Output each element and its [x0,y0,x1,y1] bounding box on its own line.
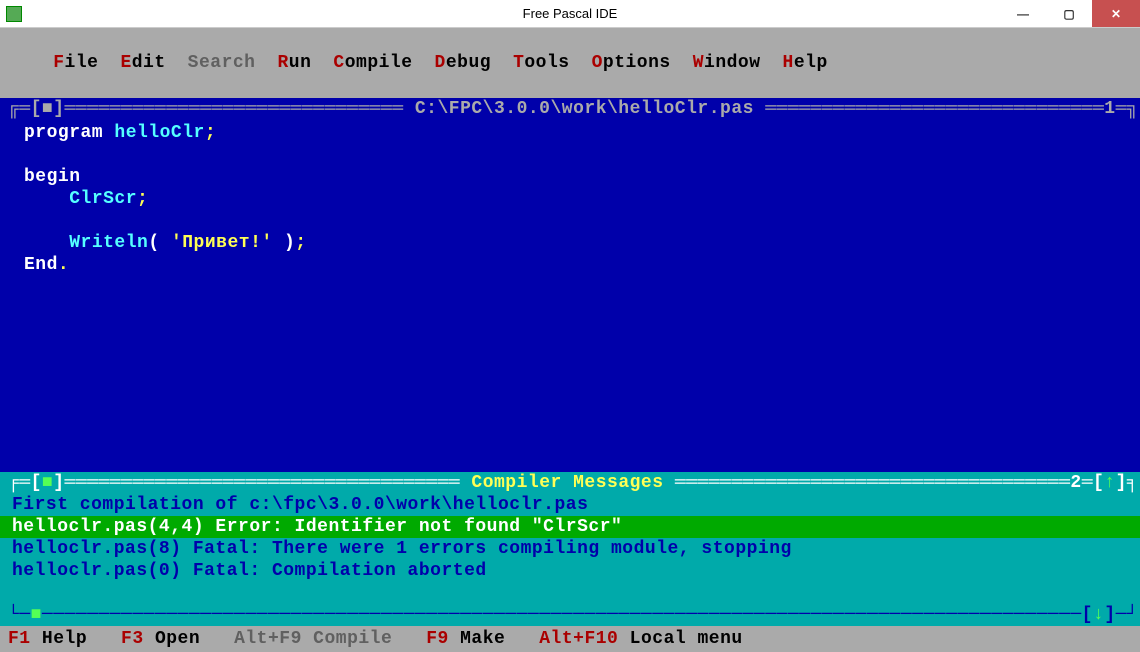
menu-label: un [289,53,312,73]
status-label: Help [31,629,88,649]
close-button[interactable]: ✕ [1092,0,1140,27]
code-line[interactable] [24,144,1122,166]
menu-debug[interactable]: Debug [435,53,492,73]
compiler-error-line[interactable]: helloclr.pas(4,4) Error: Identifier not … [0,516,1140,538]
compiler-blank-line [8,582,1132,604]
editor-window[interactable]: ╔═[■]══════════════════════════════ C:\F… [0,98,1140,472]
compiler-message-line[interactable]: helloclr.pas(8) Fatal: There were 1 erro… [8,538,1132,560]
status-label: Make [449,629,506,649]
status-label: Local menu [618,629,742,649]
menu-label: ebug [446,53,491,73]
compiler-frame-top: ╒═[■]═══════════════════════════════════… [8,472,1132,494]
menu-hotkey: R [277,53,288,73]
menu-edit[interactable]: Edit [120,53,165,73]
menu-hotkey: W [693,53,704,73]
app-icon [6,6,22,22]
menu-hotkey: F [53,53,64,73]
menu-label: ile [65,53,99,73]
editor-frame-top: ╔═[■]══════════════════════════════ C:\F… [0,98,1140,120]
status-hotkey: F3 [121,629,144,649]
code-line[interactable]: End. [24,254,1122,276]
compiler-message-line[interactable]: First compilation of c:\fpc\3.0.0\work\h… [8,494,1132,516]
status-item-local-menu[interactable]: Alt+F10 Local menu [539,629,742,649]
token-semi: ; [295,233,306,253]
compiler-scrollbar-bottom[interactable]: └─■─────────────────────────────────────… [8,604,1132,626]
menu-options[interactable]: Options [592,53,671,73]
token-plain [24,189,69,209]
minimize-button[interactable]: — [1000,0,1046,27]
token-semi: ; [137,189,148,209]
token-call: ClrScr [69,189,137,209]
menu-file[interactable]: File [53,53,98,73]
token-ident: helloClr [114,123,204,143]
status-hotkey: F1 [8,629,31,649]
menu-label: ompile [345,53,413,73]
menu-help[interactable]: Help [783,53,828,73]
menu-run[interactable]: Run [277,53,311,73]
menu-label: elp [794,53,828,73]
menu-label: earch [199,53,256,73]
status-item-make[interactable]: F9 Make [426,629,505,649]
status-hotkey: F9 [426,629,449,649]
status-item-open[interactable]: F3 Open [121,629,200,649]
menu-hotkey: D [435,53,446,73]
status-hotkey: Alt+F10 [539,629,618,649]
menu-bar: File Edit Search Run Compile Debug Tools Option… [0,28,1140,98]
token-kw: End [24,255,58,275]
menu-window[interactable]: Window [693,53,761,73]
status-item-help[interactable]: F1 Help [8,629,87,649]
token-plain [24,233,69,253]
menu-label: indow [704,53,761,73]
source-code[interactable]: program helloClr; begin ClrScr; Writeln(… [24,120,1122,276]
token-semi: ; [205,123,216,143]
menu-label: ools [524,53,569,73]
code-line[interactable]: ClrScr; [24,188,1122,210]
menu-hotkey: T [513,53,524,73]
token-semi: . [58,255,69,275]
code-line[interactable]: Writeln( 'Привет!' ); [24,232,1122,254]
code-line[interactable]: begin [24,166,1122,188]
token-str: 'Привет!' [171,233,273,253]
token-kw: ) [273,233,296,253]
menu-search[interactable]: Search [188,53,256,73]
menu-compile[interactable]: Compile [333,53,412,73]
menu-tools[interactable]: Tools [513,53,570,73]
status-bar: F1 Help F3 Open Alt+F9 Compile F9 Make A… [0,626,1140,652]
menu-hotkey: O [592,53,603,73]
menu-label: dit [132,53,166,73]
token-kw: program [24,123,114,143]
token-kw: begin [24,167,81,187]
token-call: Writeln [69,233,148,253]
menu-hotkey: S [188,53,199,73]
code-line[interactable] [24,210,1122,232]
compiler-message-line[interactable]: helloclr.pas(0) Fatal: Compilation abort… [8,560,1132,582]
maximize-button[interactable]: ▢ [1046,0,1092,27]
window-title: Free Pascal IDE [0,6,1140,21]
compiler-messages-panel[interactable]: ╒═[■]═══════════════════════════════════… [0,472,1140,626]
code-line[interactable]: program helloClr; [24,122,1122,144]
menu-label: ptions [603,53,671,73]
status-label: Compile [302,629,392,649]
menu-hotkey: E [120,53,131,73]
menu-hotkey: C [333,53,344,73]
token-kw: ( [148,233,171,253]
status-item-compile[interactable]: Alt+F9 Compile [234,629,392,649]
status-label: Open [144,629,201,649]
menu-hotkey: H [783,53,794,73]
window-titlebar: Free Pascal IDE — ▢ ✕ [0,0,1140,28]
status-hotkey: Alt+F9 [234,629,302,649]
